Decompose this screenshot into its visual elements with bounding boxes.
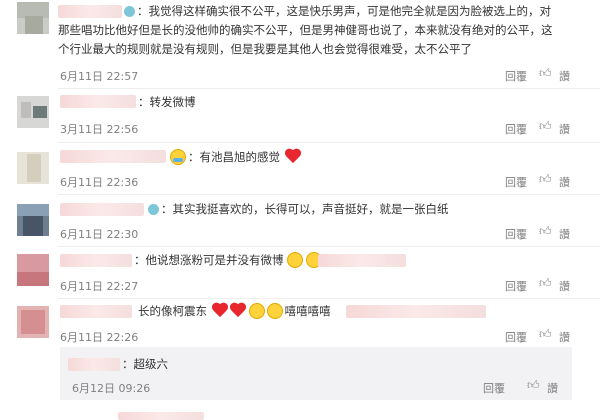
username-blurred[interactable] (60, 150, 166, 163)
heart-icon (284, 149, 302, 164)
avatar[interactable] (17, 96, 49, 128)
comment-text-body: ：有池昌旭的感觉 (188, 150, 280, 164)
comment-timestamp: 3月11日 22:56 (60, 123, 139, 136)
comment-text-body: ：他说想涨粉可是并没有微博 (134, 253, 284, 267)
username-blurred[interactable] (60, 254, 132, 267)
comment-text-suffix: 嘻嘻嘻嘻 (284, 304, 331, 318)
comment-text: ：我觉得这样确实很不公平，这是快乐男声，可是他完全就是因为脸被选上的，对 (137, 4, 551, 18)
comment-text: ：转发微博 (138, 95, 196, 109)
emoji-face-icon (266, 303, 283, 319)
reply-button[interactable]: 回覆 (483, 380, 505, 396)
reply-button[interactable]: 回覆 (505, 226, 527, 242)
comment-item: ：有池昌旭的感觉 6月11日 22:36 回覆 👍︎ 讚 (0, 142, 600, 194)
comment-timestamp: 6月11日 22:27 (60, 280, 139, 293)
emoji-face-icon (248, 303, 265, 319)
username-blurred[interactable] (60, 95, 136, 108)
avatar[interactable] (17, 204, 49, 236)
vip-badge-icon (148, 204, 159, 215)
comment-timestamp: 6月11日 22:36 (60, 176, 139, 189)
nested-reply-timestamp: 6月12日 09:26 (72, 382, 151, 395)
comment-text: ：其实我挺喜欢的，长得可以，声音挺好，就是一张白纸 (161, 202, 449, 216)
like-button[interactable]: 讚 (559, 329, 570, 345)
reply-button[interactable]: 回覆 (505, 174, 527, 190)
username-blurred[interactable] (68, 358, 120, 371)
comment-item: ：其实我挺喜欢的，长得可以，声音挺好，就是一张白纸 6月11日 22:30 回覆… (0, 194, 600, 246)
comment-text-body: 长的像柯震东 (138, 304, 207, 318)
like-button[interactable]: 讚 (547, 380, 558, 396)
thumb-up-icon[interactable]: 👍︎ (527, 378, 540, 393)
avatar[interactable] (17, 306, 49, 338)
comment-text: ：有池昌旭的感觉 (188, 149, 302, 165)
username-blurred[interactable] (60, 203, 144, 216)
vip-badge-icon (124, 6, 135, 17)
reply-button[interactable]: 回覆 (505, 68, 527, 84)
reply-button[interactable]: 回覆 (505, 278, 527, 294)
comment-text: ：他说想涨粉可是并没有微博 (134, 252, 322, 268)
comment-text-line3: 个行业最大的规则就是没有规则，但是我要是其他人也会觉得很难受，太不公平了 (58, 42, 472, 56)
like-button[interactable]: 讚 (559, 226, 570, 242)
hidden-content-blurred (118, 412, 204, 420)
comment-item: ：转发微博 3月11日 22:56 回覆 👍︎ 讚 (0, 88, 600, 142)
comment-timestamp: 6月11日 22:30 (60, 228, 139, 241)
comment-item: ：他说想涨粉可是并没有微博 6月11日 22:27 回覆 👍︎ 讚 (0, 246, 600, 298)
comment-item: 长的像柯震东 嘻嘻嘻嘻 6月11日 22:26 回覆 👍︎ 讚 (0, 298, 600, 348)
heart-icon (211, 303, 229, 318)
reply-button[interactable]: 回覆 (505, 121, 527, 137)
username-blurred[interactable] (58, 5, 122, 18)
avatar[interactable] (17, 2, 49, 34)
comment-timestamp: 6月11日 22:57 (60, 70, 139, 83)
heart-icon (229, 303, 247, 318)
username-blurred[interactable] (60, 305, 132, 318)
emoji-face-icon (286, 252, 303, 268)
like-button[interactable]: 讚 (559, 121, 570, 137)
like-button[interactable]: 讚 (559, 278, 570, 294)
avatar[interactable] (17, 254, 49, 286)
thumb-up-icon[interactable]: 👍︎ (539, 327, 552, 342)
comment-item: ：我觉得这样确实很不公平，这是快乐男声，可是他完全就是因为脸被选上的，对 那些唱… (0, 0, 600, 88)
thumb-up-icon[interactable]: 👍︎ (539, 172, 552, 187)
hidden-content-blurred (318, 254, 406, 267)
comment-text: 长的像柯震东 嘻嘻嘻嘻 (138, 303, 331, 319)
reply-button[interactable]: 回覆 (505, 329, 527, 345)
hidden-content-blurred (346, 305, 486, 318)
comment-timestamp: 6月11日 22:26 (60, 331, 139, 344)
like-button[interactable]: 讚 (559, 174, 570, 190)
nested-reply-text: ：超级六 (122, 357, 168, 371)
avatar[interactable] (17, 152, 49, 184)
thumb-up-icon[interactable]: 👍︎ (539, 224, 552, 239)
emoji-face-icon (170, 149, 186, 165)
nested-reply: ：超级六 6月12日 09:26 回覆 👍︎ 讚 (60, 347, 572, 400)
like-button[interactable]: 讚 (559, 68, 570, 84)
thumb-up-icon[interactable]: 👍︎ (539, 119, 552, 134)
thumb-up-icon[interactable]: 👍︎ (539, 66, 552, 81)
thumb-up-icon[interactable]: 👍︎ (539, 276, 552, 291)
comment-text-line2: 那些唱功比他好但是长的没他帅的确实不公平，但是男神健哥也说了，本来就没有绝对的公… (58, 23, 553, 37)
